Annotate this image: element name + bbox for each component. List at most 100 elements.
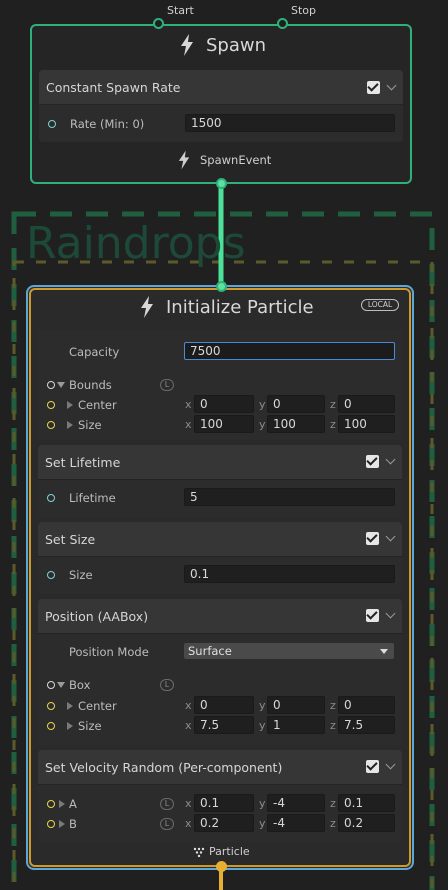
box-space-link[interactable]: L: [160, 679, 174, 691]
a-expand-icon[interactable]: [59, 800, 65, 808]
start-label: Start: [167, 4, 194, 17]
size-y-field[interactable]: 100: [267, 415, 325, 433]
y-axis-label: y: [259, 699, 266, 712]
b-space-link[interactable]: L: [160, 818, 174, 830]
box-center-label: Center: [78, 699, 117, 713]
collapse-chevron-icon[interactable]: [385, 454, 396, 465]
b-z-field[interactable]: 0.2: [338, 814, 395, 832]
a-space-link[interactable]: L: [160, 798, 174, 810]
rate-label: Rate (Min: 0): [70, 117, 145, 131]
enable-checkbox[interactable]: [366, 532, 379, 545]
x-axis-label: x: [185, 418, 192, 431]
x-axis-label: x: [185, 398, 192, 411]
center-y-field[interactable]: 0: [267, 395, 325, 413]
center-z-field[interactable]: 0: [338, 395, 395, 413]
bounds-space-link[interactable]: L: [160, 379, 174, 391]
y-axis-label: y: [259, 797, 266, 810]
center-label: Center: [78, 398, 117, 412]
y-axis-label: y: [259, 398, 266, 411]
size-port[interactable]: [47, 571, 55, 579]
box-center-x-field[interactable]: 0: [194, 696, 254, 714]
b-x-field[interactable]: 0.2: [194, 814, 254, 832]
velocity-a-port[interactable]: [47, 800, 55, 808]
spawn-context[interactable]: Spawn Constant Spawn Rate Rate (Min: 0) …: [30, 24, 412, 184]
box-size-z-field[interactable]: 7.5: [338, 716, 395, 734]
bounds-label: Bounds: [69, 378, 112, 392]
velocity-b-port[interactable]: [47, 820, 55, 828]
box-size-y-field[interactable]: 1: [267, 716, 325, 734]
collapse-chevron-icon[interactable]: [385, 608, 396, 619]
rate-input-port[interactable]: [48, 120, 56, 128]
box-center-z-field[interactable]: 0: [338, 696, 395, 714]
y-axis-label: y: [259, 817, 266, 830]
z-axis-label: z: [330, 699, 336, 712]
spawn-output-port[interactable]: [216, 178, 227, 189]
stop-label: Stop: [291, 4, 317, 17]
b-y-field[interactable]: -4: [267, 814, 325, 832]
spawn-title-row: Spawn: [180, 34, 266, 56]
x-axis-label: x: [185, 699, 192, 712]
stop-port[interactable]: [277, 18, 288, 29]
initialize-title: Initialize Particle: [166, 296, 314, 318]
z-axis-label: z: [330, 817, 336, 830]
box-size-x-field[interactable]: 7.5: [194, 716, 254, 734]
y-axis-label: y: [259, 418, 266, 431]
collapse-chevron-icon[interactable]: [385, 759, 396, 770]
particle-output-port[interactable]: [216, 861, 227, 872]
capacity-label: Capacity: [69, 345, 120, 359]
enable-checkbox[interactable]: [367, 81, 380, 94]
collapse-chevron-icon[interactable]: [385, 531, 396, 542]
velocity-b-label: B: [69, 817, 77, 831]
start-port[interactable]: [153, 18, 164, 29]
box-center-port[interactable]: [47, 702, 55, 710]
particle-label: Particle: [209, 845, 250, 858]
size-x-field[interactable]: 100: [194, 415, 254, 433]
collapse-chevron-icon[interactable]: [386, 80, 397, 91]
x-axis-label: x: [185, 719, 192, 732]
bounds-port[interactable]: [47, 381, 55, 389]
lifetime-label: Lifetime: [69, 491, 116, 505]
bolt-icon: [178, 150, 190, 170]
lifetime-field[interactable]: 5: [184, 488, 395, 506]
initialize-input-port[interactable]: [216, 281, 227, 292]
size-z-field[interactable]: 100: [338, 415, 395, 433]
set-velocity-random-block[interactable]: Set Velocity Random (Per-component) A L …: [38, 750, 402, 842]
bolt-icon: [181, 34, 193, 56]
lifetime-port[interactable]: [47, 494, 55, 502]
center-expand-icon[interactable]: [67, 401, 73, 409]
a-x-field[interactable]: 0.1: [194, 794, 254, 812]
size-expand-icon[interactable]: [67, 421, 73, 429]
center-x-field[interactable]: 0: [194, 395, 254, 413]
a-z-field[interactable]: 0.1: [338, 794, 395, 812]
bounds-center-port[interactable]: [47, 401, 55, 409]
block-title: Set Velocity Random (Per-component): [45, 759, 283, 775]
bounds-size-port[interactable]: [47, 421, 55, 429]
enable-checkbox[interactable]: [366, 760, 379, 773]
spawn-event-output: SpawnEvent: [178, 150, 271, 170]
spawn-event-label: SpawnEvent: [200, 153, 272, 167]
set-lifetime-block[interactable]: Set Lifetime Lifetime 5: [38, 445, 402, 517]
a-y-field[interactable]: -4: [267, 794, 325, 812]
space-badge[interactable]: LOCAL: [361, 299, 399, 311]
center-expand-icon[interactable]: [67, 702, 73, 710]
box-center-y-field[interactable]: 0: [267, 696, 325, 714]
enable-checkbox[interactable]: [366, 609, 379, 622]
enable-checkbox[interactable]: [366, 455, 379, 468]
size-field[interactable]: 0.1: [184, 565, 395, 583]
capacity-field[interactable]: 7500: [184, 342, 395, 360]
size-expand-icon[interactable]: [67, 722, 73, 730]
position-mode-dropdown[interactable]: Surface: [184, 643, 394, 659]
velocity-a-label: A: [69, 797, 77, 811]
box-port[interactable]: [47, 681, 55, 689]
x-axis-label: x: [185, 797, 192, 810]
position-aabox-block[interactable]: Position (AABox) Position Mode Surface B…: [38, 599, 402, 745]
constant-spawn-rate-block[interactable]: Constant Spawn Rate Rate (Min: 0) 1500: [39, 70, 403, 142]
box-size-port[interactable]: [47, 722, 55, 730]
set-size-block[interactable]: Set Size Size 0.1: [38, 522, 402, 594]
rate-field[interactable]: 1500: [185, 114, 395, 132]
z-axis-label: z: [330, 398, 336, 411]
system-name[interactable]: Raindrops: [26, 218, 246, 269]
box-expand-icon[interactable]: [57, 682, 65, 688]
b-expand-icon[interactable]: [59, 820, 65, 828]
bounds-expand-icon[interactable]: [57, 382, 65, 388]
